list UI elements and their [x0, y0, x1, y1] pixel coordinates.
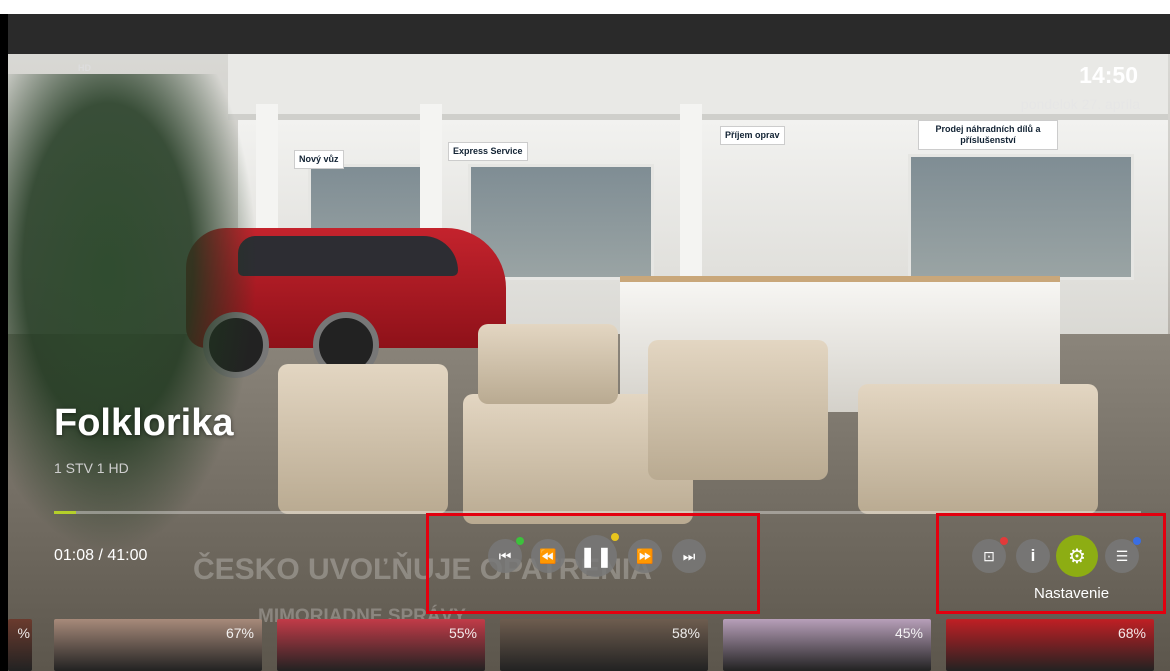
- time-position: 01:08 / 41:00: [54, 547, 148, 564]
- playback-highlight-box: [426, 513, 760, 614]
- scene-chair: [648, 340, 828, 480]
- thumbnail-percent: 55%: [448, 625, 477, 641]
- options-highlight-box: [936, 513, 1166, 614]
- scene-plant: [8, 74, 258, 554]
- scene-sign: Příjem oprav: [720, 126, 785, 145]
- program-title: Folklorika: [54, 402, 234, 444]
- scene-window: [908, 154, 1134, 280]
- progress-fill: [54, 511, 76, 514]
- scene-car-window: [238, 236, 458, 276]
- scene-chair: [478, 324, 618, 404]
- scene-sign: Express Service: [448, 142, 528, 161]
- scene-sign: Prodej náhradních dílů a příslušenství: [918, 120, 1058, 150]
- thumbnail-percent: 58%: [671, 625, 700, 641]
- channel-thumbnail[interactable]: 67%: [54, 619, 262, 671]
- thumbnail-percent: %: [17, 625, 30, 641]
- channel-name: 1 STV 1 HD: [54, 460, 129, 476]
- scene-sign: Nový vůz: [294, 150, 344, 169]
- top-bar: [0, 0, 1170, 14]
- channel-thumbnail[interactable]: 55%: [277, 619, 485, 671]
- channel-thumbnail[interactable]: 68%: [946, 619, 1154, 671]
- thumbnail-percent: 68%: [1117, 625, 1146, 641]
- scene-chair: [278, 364, 448, 514]
- thumbnail-percent: 45%: [894, 625, 923, 641]
- clock: 14:50: [1079, 62, 1138, 88]
- date: pondelok 27. apríla: [1020, 96, 1140, 112]
- scene-chair: [858, 384, 1098, 514]
- thumbnail-percent: 67%: [225, 625, 254, 641]
- scene-ceiling: [8, 14, 1170, 54]
- channel-thumbnail[interactable]: 58%: [500, 619, 708, 671]
- channel-thumbnail[interactable]: %: [8, 619, 32, 671]
- channel-thumbnail[interactable]: 45%: [723, 619, 931, 671]
